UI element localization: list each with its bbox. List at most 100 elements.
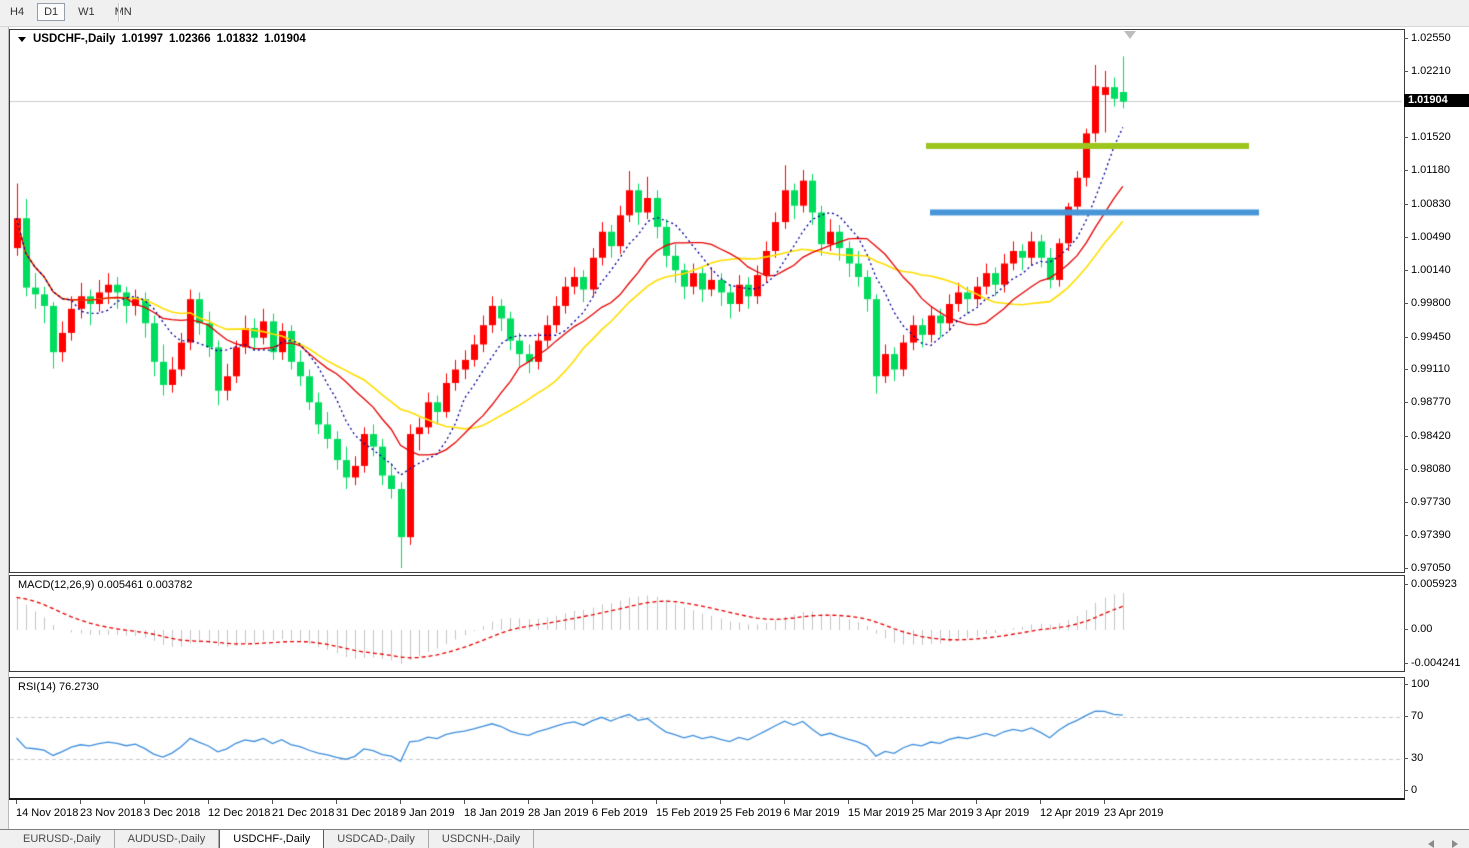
date-tick (272, 800, 273, 804)
price-axis-label: 0.99800 (1411, 297, 1451, 309)
macd-main-value: 0.005461 (97, 579, 143, 591)
price-axis-label: 1.00830 (1411, 198, 1451, 210)
date-axis-label: 12 Apr 2019 (1040, 807, 1099, 819)
date-tick (144, 800, 145, 804)
date-tick (656, 800, 657, 804)
date-axis-label: 18 Jan 2019 (464, 807, 525, 819)
axis-tick (1404, 337, 1408, 338)
chart-symbol: USDCHF-,Daily (33, 33, 115, 45)
chart-tab-audusd[interactable]: AUDUSD-,Daily (115, 830, 220, 848)
chart-tab-usdcad[interactable]: USDCAD-,Daily (324, 830, 429, 848)
tab-scroll-left-icon[interactable] (1428, 840, 1434, 848)
price-axis-label: 0.99450 (1411, 331, 1451, 343)
date-axis-label: 9 Jan 2019 (400, 807, 454, 819)
symbol-dropdown-icon[interactable] (18, 37, 26, 42)
axis-tick (1404, 71, 1408, 72)
chart-tab-bar: EURUSD-,DailyAUDUSD-,DailyUSDCHF-,DailyU… (0, 829, 1469, 848)
timeframe-toolbar: H4 D1 W1 MN (0, 0, 1469, 27)
main-chart-panel: USDCHF-,Daily1.019971.023661.018321.0190… (9, 29, 1405, 573)
price-axis-label: 0.98080 (1411, 463, 1451, 475)
axis-tick (1404, 402, 1408, 403)
axis-tick (1404, 270, 1408, 271)
date-axis-label: 6 Mar 2019 (784, 807, 840, 819)
date-tick (976, 800, 977, 804)
price-chart-canvas[interactable] (10, 30, 1402, 570)
tab-scroll-controls (1421, 835, 1465, 848)
rsi-axis-label: 100 (1411, 678, 1429, 690)
macd-signal-value: 0.003782 (146, 579, 192, 591)
axis-tick (1404, 568, 1408, 569)
date-axis-label: 14 Nov 2018 (16, 807, 78, 819)
timeframe-button-d1[interactable]: D1 (37, 3, 65, 21)
axis-tick (1404, 584, 1408, 585)
date-tick (16, 800, 17, 804)
date-scale[interactable]: 14 Nov 201823 Nov 20183 Dec 201812 Dec 2… (9, 800, 1406, 828)
chart-title: USDCHF-,Daily1.019971.023661.018321.0190… (18, 33, 306, 45)
price-axis-label: 0.97050 (1411, 562, 1451, 574)
date-axis-label: 31 Dec 2018 (336, 807, 398, 819)
timeframe-button-w1[interactable]: W1 (71, 3, 102, 21)
date-axis-label: 6 Feb 2019 (592, 807, 648, 819)
price-axis-label: 1.00490 (1411, 231, 1451, 243)
macd-axis-label: 0.00 (1411, 623, 1432, 635)
ohlc-close: 1.01904 (264, 33, 306, 45)
axis-tick (1404, 684, 1408, 685)
axis-tick (1404, 716, 1408, 717)
timeframe-button-mn[interactable]: MN (108, 3, 139, 21)
date-axis-label: 15 Feb 2019 (656, 807, 718, 819)
macd-axis-label: 0.005923 (1411, 578, 1457, 590)
axis-tick (1404, 436, 1408, 437)
date-tick (208, 800, 209, 804)
axis-tick (1404, 790, 1408, 791)
axis-tick (1404, 758, 1408, 759)
price-axis-label: 1.02210 (1411, 65, 1451, 77)
rsi-canvas[interactable] (10, 678, 1402, 796)
price-axis-label: 0.99110 (1411, 363, 1450, 375)
macd-label: MACD(12,26,9) 0.005461 0.003782 (18, 579, 192, 591)
date-tick (1104, 800, 1105, 804)
price-axis-label: 0.98420 (1411, 430, 1451, 442)
axis-tick (1404, 137, 1408, 138)
macd-canvas[interactable] (10, 576, 1402, 669)
rsi-panel: RSI(14) 76.2730 (9, 677, 1405, 800)
date-axis-label: 25 Feb 2019 (720, 807, 782, 819)
price-axis-label: 1.01180 (1411, 164, 1450, 176)
timeframe-button-h4[interactable]: H4 (3, 3, 31, 21)
axis-tick (1404, 170, 1408, 171)
axis-tick (1404, 237, 1408, 238)
date-axis-label: 12 Dec 2018 (208, 807, 270, 819)
axis-tick (1404, 369, 1408, 370)
tab-scroll-right-icon[interactable] (1452, 840, 1458, 848)
date-axis-label: 3 Dec 2018 (144, 807, 200, 819)
ohlc-low: 1.01832 (217, 33, 259, 45)
date-tick (80, 800, 81, 804)
chart-tabs: EURUSD-,DailyAUDUSD-,DailyUSDCHF-,DailyU… (0, 830, 1469, 848)
axis-tick (1404, 663, 1408, 664)
date-tick (464, 800, 465, 804)
macd-axis-label: -0.004241 (1411, 657, 1461, 669)
date-tick (528, 800, 529, 804)
date-tick (720, 800, 721, 804)
chart-tab-usdchf[interactable]: USDCHF-,Daily (219, 830, 324, 848)
chart-tab-eurusd[interactable]: EURUSD-,Daily (10, 830, 115, 848)
date-tick (1040, 800, 1041, 804)
axis-tick (1404, 535, 1408, 536)
date-tick (400, 800, 401, 804)
toolbar-separator (118, 3, 119, 22)
date-axis-label: 25 Mar 2019 (912, 807, 974, 819)
axis-tick (1404, 629, 1408, 630)
rsi-axis-label: 30 (1411, 752, 1423, 764)
axis-tick (1404, 502, 1408, 503)
date-tick (912, 800, 913, 804)
date-axis-label: 23 Apr 2019 (1104, 807, 1163, 819)
date-tick (848, 800, 849, 804)
chart-shift-marker-icon[interactable] (1124, 31, 1136, 39)
axis-tick (1404, 469, 1408, 470)
price-axis-label: 1.00140 (1411, 264, 1451, 276)
macd-panel: MACD(12,26,9) 0.005461 0.003782 (9, 575, 1405, 672)
date-axis-label: 3 Apr 2019 (976, 807, 1029, 819)
chart-tab-usdcnh[interactable]: USDCNH-,Daily (429, 830, 534, 848)
price-axis-label: 0.98770 (1411, 396, 1451, 408)
price-axis-label: 0.97730 (1411, 496, 1451, 508)
rsi-axis-label: 0 (1411, 784, 1417, 796)
